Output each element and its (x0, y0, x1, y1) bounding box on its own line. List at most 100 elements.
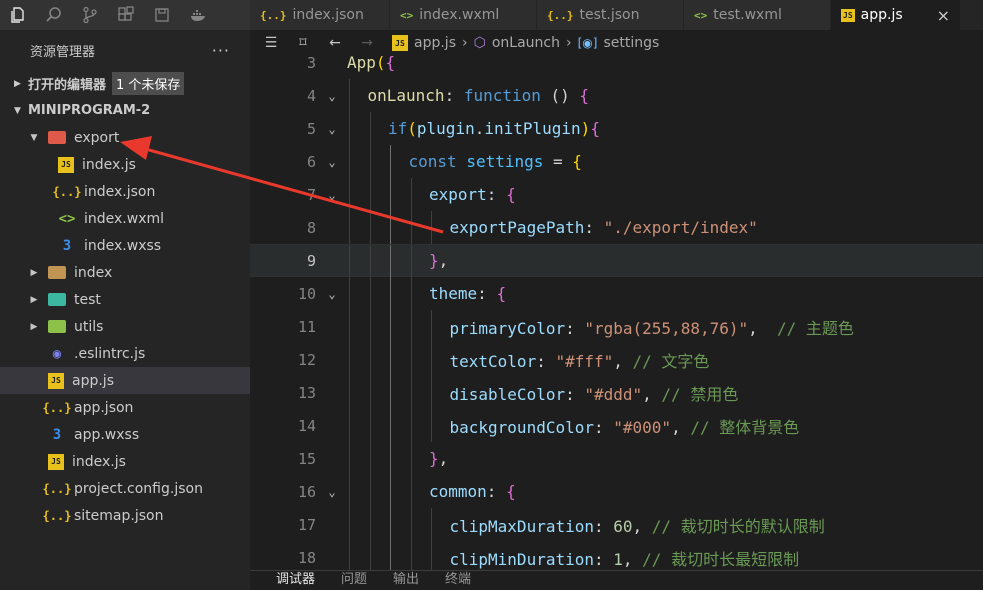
tab-test-json[interactable]: {..} test.json (537, 0, 684, 30)
file-tree-item[interactable]: 3 index.wxss (0, 232, 250, 259)
file-tree-item[interactable]: ◉ .eslintrc.js (0, 340, 250, 367)
file-tree-item[interactable]: ▼ export (0, 124, 250, 151)
line-number: 13 (297, 383, 316, 402)
save-disk-icon[interactable] (144, 0, 180, 30)
indent-guide (390, 376, 391, 409)
open-editors-section[interactable]: ▶ 打开的编辑器 1 个未保存 (0, 70, 250, 97)
file-tree-item[interactable]: <> index.wxml (0, 205, 250, 232)
line-number: 10 (297, 284, 316, 303)
explorer-icon[interactable] (0, 0, 36, 30)
explorer-header: 资源管理器 ··· (0, 30, 250, 70)
code-token: { (579, 86, 590, 105)
extensions-icon[interactable] (108, 0, 144, 30)
forward-arrow-icon[interactable]: → (356, 35, 378, 51)
breadcrumb-method[interactable]: onLaunch (492, 35, 560, 51)
tab-index-wxml[interactable]: <> index.wxml (390, 0, 537, 30)
line-number: 15 (297, 449, 316, 468)
code-token: , (748, 318, 778, 338)
fold-chevron-icon[interactable]: ⌄ (322, 155, 342, 169)
file-tree-item[interactable]: 3 app.wxss (0, 421, 250, 448)
file-tree-item[interactable]: {..} project.config.json (0, 475, 250, 502)
code-token: settings (466, 152, 544, 171)
indent-guide (369, 277, 371, 310)
chevron-right-icon: ▶ (30, 321, 38, 332)
indent-guide (369, 211, 371, 244)
breadcrumb-file[interactable]: app.js (414, 35, 456, 51)
list-icon[interactable]: ☰ (260, 35, 282, 51)
more-actions-icon[interactable]: ··· (212, 41, 230, 60)
panel-tab[interactable]: 问题 (341, 570, 367, 590)
code-text: textColor: "#fff", // 文字色 (450, 348, 710, 372)
code-token: : (594, 549, 614, 569)
fold-chevron-icon[interactable]: ⌄ (322, 188, 342, 202)
wxml-file-icon: <> (694, 8, 708, 22)
fold-chevron-icon[interactable]: ⌄ (322, 287, 342, 301)
code-token: { (572, 152, 582, 171)
code-token: ( (375, 56, 386, 72)
code-token: ) (580, 119, 591, 138)
line-number: 3 (306, 56, 316, 72)
code-editor[interactable]: 3 App({4 ⌄ onLaunch: function () {5 ⌄ if(plug… (250, 56, 983, 570)
tab-label: index.wxml (419, 7, 500, 23)
panel-tab[interactable]: 调试器 (276, 570, 315, 590)
file-tree-item[interactable]: ▶ utils (0, 313, 250, 340)
code-token: : (444, 86, 464, 105)
breadcrumb-separator: › (462, 35, 468, 51)
breadcrumb-variable[interactable]: settings (603, 35, 659, 51)
code-text: const settings = { (409, 152, 582, 171)
file-tree-item[interactable]: {..} index.json (0, 178, 250, 205)
code-token: backgroundColor (449, 417, 595, 437)
bookmark-icon[interactable]: ⌑ (292, 35, 314, 51)
file-tree-label: index.json (84, 183, 156, 200)
tab-test-wxml[interactable]: <> test.wxml (684, 0, 831, 30)
code-token: , (438, 449, 449, 468)
file-tree-item[interactable]: ▶ index (0, 259, 250, 286)
tab-label: test.json (579, 7, 640, 23)
json-file-icon: {..} (52, 184, 82, 199)
file-tree-item[interactable]: JS index.js (0, 151, 250, 178)
docker-icon[interactable] (180, 0, 216, 30)
code-token: initPlugin (484, 119, 581, 138)
file-tree-item[interactable]: JS app.js (0, 367, 250, 394)
code-token: ( (407, 119, 417, 138)
code-token: "rgba(255,88,76)" (584, 318, 749, 338)
file-tree-item[interactable]: JS index.js (0, 448, 250, 475)
code-text: disableColor: "#ddd", // 禁用色 (450, 381, 739, 405)
indent-guide (390, 541, 391, 570)
fold-chevron-icon[interactable]: ⌄ (322, 89, 342, 103)
tab-app-js[interactable]: JS app.js × (831, 0, 961, 30)
wxml-file-icon: <> (400, 8, 414, 22)
project-section[interactable]: ▼ MINIPROGRAM-2 (0, 97, 250, 124)
file-tree-item[interactable]: ▶ test (0, 286, 250, 313)
indent-guide (369, 376, 371, 409)
indent-guide (349, 376, 350, 409)
indent-guide (349, 178, 350, 211)
indent-guide (410, 442, 412, 475)
code-line: 16 ⌄ common: { (250, 475, 983, 508)
back-arrow-icon[interactable]: ← (324, 35, 346, 51)
source-control-icon[interactable] (72, 0, 108, 30)
line-number: 16 (297, 482, 316, 501)
indent-guide (390, 277, 391, 310)
indent-guide (369, 442, 371, 475)
indent-guide (349, 541, 350, 570)
line-number: 7 (306, 185, 316, 204)
file-tree-item[interactable]: {..} app.json (0, 394, 250, 421)
search-icon[interactable] (36, 0, 72, 30)
js-file-icon: JS (841, 8, 855, 22)
close-icon[interactable]: × (937, 6, 950, 25)
folder-icon (48, 320, 66, 333)
fold-chevron-icon[interactable]: ⌄ (322, 122, 342, 136)
panel-tab[interactable]: 输出 (393, 570, 419, 590)
panel-tab[interactable]: 终端 (445, 570, 471, 590)
file-tree-item[interactable]: {..} sitemap.json (0, 502, 250, 529)
fold-chevron-icon[interactable]: ⌄ (322, 485, 342, 499)
code-text: }, (429, 251, 448, 270)
open-editors-label: 打开的编辑器 (28, 78, 107, 93)
code-token: : (565, 318, 585, 338)
line-number: 4 (306, 86, 316, 105)
indent-guide (410, 343, 412, 376)
tab-index-json[interactable]: {..} index.json (250, 0, 390, 30)
editor-tabs: {..} index.json <> index.wxml {..} test.json <… (250, 0, 983, 30)
indent-guide (390, 409, 391, 442)
